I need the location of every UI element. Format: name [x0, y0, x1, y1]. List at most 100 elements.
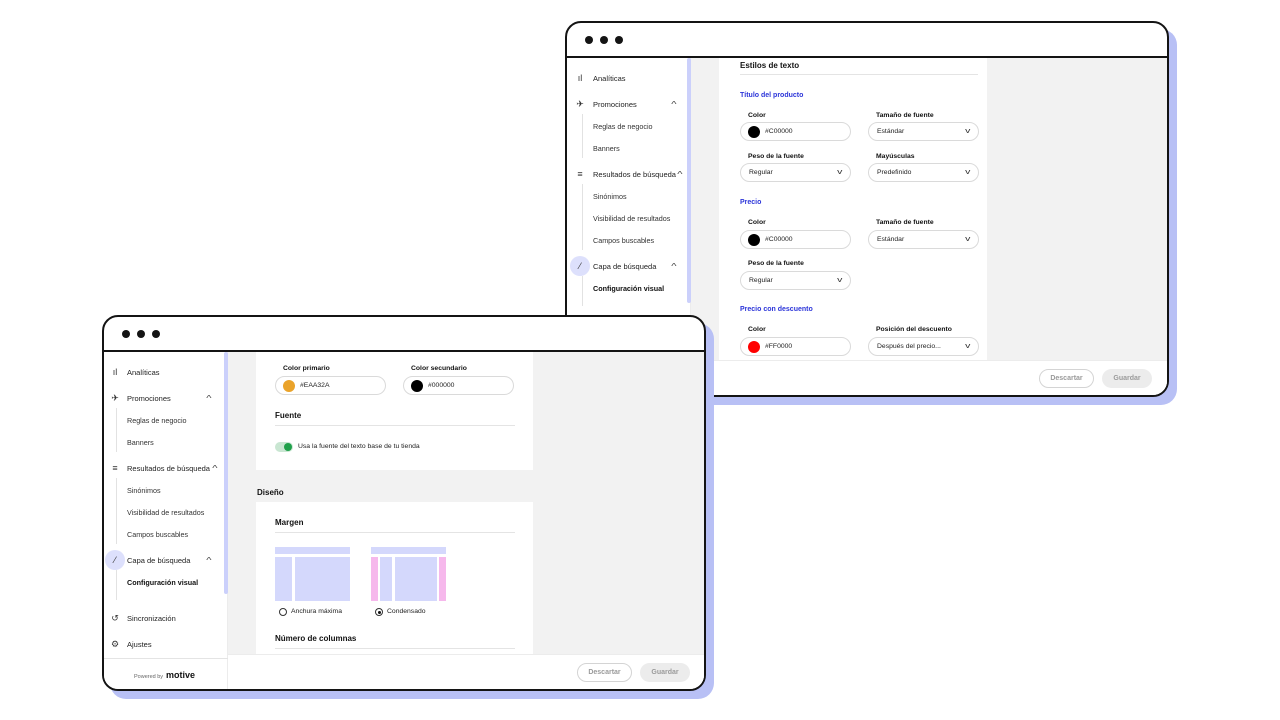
- chevron-up-icon[interactable]: ^: [212, 464, 217, 473]
- gear-icon: ⚙: [110, 638, 120, 649]
- field-label: Mayúsculas: [876, 153, 915, 160]
- sidebar-item-sync[interactable]: ↺ Sincronización: [104, 608, 222, 628]
- color-value: #FF0000: [765, 343, 793, 350]
- discount-position-select[interactable]: Después del precio... v: [868, 337, 979, 356]
- sidebar-item-analytics[interactable]: ıl Analíticas: [567, 68, 685, 88]
- chevron-up-icon[interactable]: ^: [671, 262, 676, 271]
- powered-by-label: Powered by: [134, 674, 164, 680]
- bar-chart-icon: ıl: [112, 367, 118, 377]
- sidebar-subitem-business-rules[interactable]: Reglas de negocio: [127, 416, 187, 425]
- layout-preview-condensed[interactable]: [371, 547, 446, 601]
- divider: [275, 425, 515, 426]
- chevron-up-icon[interactable]: ^: [206, 556, 211, 565]
- window-dot: [600, 36, 608, 44]
- secondary-color-field[interactable]: #000000: [403, 376, 514, 395]
- layout-preview-max-width[interactable]: [275, 547, 350, 601]
- brand-logo: motive: [166, 670, 196, 680]
- radio-condensed[interactable]: [375, 608, 383, 616]
- sidebar-item-analytics[interactable]: ıl Analíticas: [104, 362, 222, 382]
- sidebar-item-label: Promociones: [127, 393, 171, 403]
- discard-button[interactable]: Descartar: [577, 663, 632, 682]
- sidebar-item-promotions[interactable]: ✈ Promociones ^: [567, 94, 685, 114]
- color-field[interactable]: #FF0000: [740, 337, 851, 356]
- sidebar-item-label: Analíticas: [593, 73, 626, 83]
- window-dot: [122, 330, 130, 338]
- font-size-select[interactable]: Estándar v: [868, 230, 979, 249]
- window-dot: [615, 36, 623, 44]
- sidebar-subitem-synonyms[interactable]: Sinónimos: [127, 486, 161, 495]
- sidebar-item-label: Analíticas: [127, 367, 160, 377]
- chevron-up-icon[interactable]: ^: [677, 170, 682, 179]
- field-label: Color: [748, 219, 766, 226]
- color-value: #000000: [428, 382, 455, 389]
- color-swatch[interactable]: [283, 379, 295, 392]
- sidebar-subitem-visual-config[interactable]: Configuración visual: [593, 284, 664, 293]
- sidebar-subitem-visual-config[interactable]: Configuración visual: [127, 578, 198, 587]
- sidebar-subitem-searchable-fields[interactable]: Campos buscables: [127, 530, 188, 539]
- submenu-line: [116, 408, 117, 452]
- sidebar-subitem-synonyms[interactable]: Sinónimos: [593, 192, 627, 201]
- window-body: ıl Analíticas ✈ Promociones ^ Reglas de …: [104, 352, 704, 689]
- sidebar-subitem-searchable-fields[interactable]: Campos buscables: [593, 236, 654, 245]
- sidebar-item-label: Sincronización: [127, 613, 176, 623]
- section-title: Estilos de texto: [740, 61, 800, 70]
- window-dot: [585, 36, 593, 44]
- search-list-icon: ≡: [112, 463, 118, 473]
- window-titlebar: [104, 317, 704, 352]
- radio-label: Anchura máxima: [291, 608, 342, 615]
- chevron-down-icon: v: [964, 343, 970, 350]
- field-label: Peso de la fuente: [748, 260, 804, 267]
- sidebar-subitem-business-rules[interactable]: Reglas de negocio: [593, 122, 653, 131]
- field-label: Color primario: [283, 365, 330, 372]
- radio-max-width[interactable]: [279, 608, 287, 616]
- chevron-up-icon[interactable]: ^: [671, 100, 676, 109]
- sidebar-item-settings[interactable]: ⚙ Ajustes: [104, 634, 222, 654]
- font-size-select[interactable]: Estándar v: [868, 122, 979, 141]
- field-label: Color secundario: [411, 365, 467, 372]
- sidebar-item-search-results[interactable]: ≡ Resultados de búsqueda ^: [567, 164, 685, 184]
- font-weight-select[interactable]: Regular v: [740, 163, 851, 182]
- color-field[interactable]: #C00000: [740, 122, 851, 141]
- sidebar-subitem-banners[interactable]: Banners: [593, 144, 620, 153]
- color-swatch[interactable]: [748, 340, 760, 353]
- chevron-down-icon: v: [964, 236, 970, 243]
- chevron-down-icon: v: [836, 169, 842, 176]
- radio-label: Condensado: [387, 608, 426, 615]
- divider: [275, 532, 515, 533]
- chevron-down-icon: v: [836, 277, 842, 284]
- save-button[interactable]: Guardar: [640, 663, 690, 682]
- color-field[interactable]: #C00000: [740, 230, 851, 249]
- select-value: Después del precio...: [877, 343, 941, 350]
- font-toggle[interactable]: [275, 442, 293, 452]
- brush-icon: ⁄: [105, 550, 125, 570]
- field-label: Tamaño de fuente: [876, 219, 934, 226]
- discount-price-heading: Precio con descuento: [740, 306, 813, 313]
- select-value: Predefinido: [877, 169, 912, 176]
- sidebar-item-label: Resultados de búsqueda: [593, 169, 676, 179]
- submenu-line: [116, 478, 117, 544]
- primary-color-field[interactable]: #EAA32A: [275, 376, 386, 395]
- sidebar-item-search-layer[interactable]: ⁄ Capa de búsqueda ^: [567, 256, 685, 276]
- select-value: Estándar: [877, 236, 905, 243]
- sidebar-item-promotions[interactable]: ✈ Promociones ^: [104, 388, 222, 408]
- field-label: Posición del descuento: [876, 326, 952, 333]
- color-swatch[interactable]: [411, 379, 423, 392]
- sidebar-subitem-results-visibility[interactable]: Visibilidad de resultados: [127, 508, 204, 517]
- font-weight-select[interactable]: Regular v: [740, 271, 851, 290]
- uppercase-select[interactable]: Predefinido v: [868, 163, 979, 182]
- color-swatch[interactable]: [748, 125, 760, 138]
- sidebar-item-search-results[interactable]: ≡ Resultados de búsqueda ^: [104, 458, 222, 478]
- discard-button[interactable]: Descartar: [1039, 369, 1094, 388]
- select-value: Regular: [749, 277, 773, 284]
- sidebar: ıl Analíticas ✈ Promociones ^ Reglas de …: [104, 352, 228, 689]
- sidebar-item-search-layer[interactable]: ⁄ Capa de búsqueda ^: [104, 550, 222, 570]
- select-value: Regular: [749, 169, 773, 176]
- color-value: #C00000: [765, 128, 793, 135]
- save-button[interactable]: Guardar: [1102, 369, 1152, 388]
- sidebar-subitem-banners[interactable]: Banners: [127, 438, 154, 447]
- submenu-line: [582, 184, 583, 250]
- sidebar-subitem-results-visibility[interactable]: Visibilidad de resultados: [593, 214, 670, 223]
- front-window: ıl Analíticas ✈ Promociones ^ Reglas de …: [102, 315, 706, 691]
- color-swatch[interactable]: [748, 233, 760, 246]
- chevron-up-icon[interactable]: ^: [206, 394, 211, 403]
